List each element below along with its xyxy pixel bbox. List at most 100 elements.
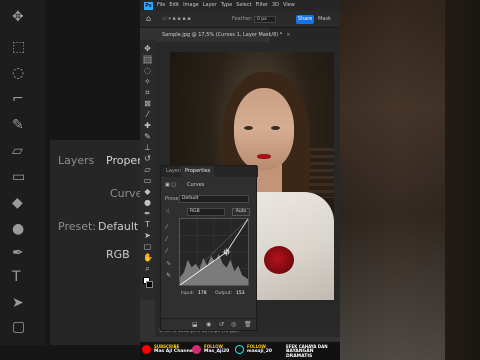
menu-image[interactable]: Image	[183, 0, 199, 11]
curve-point-icon[interactable]: ∿	[166, 260, 171, 267]
bg-brush-icon: ⌐	[12, 91, 24, 107]
delete-icon[interactable]: 🗑	[244, 321, 252, 328]
lasso-tool-icon[interactable]: ◌	[143, 66, 152, 75]
menu-view[interactable]: View	[283, 0, 295, 11]
background-color-swatch[interactable]	[146, 281, 153, 288]
move-tool-icon[interactable]: ✥	[143, 44, 152, 53]
white-point-eyedropper-icon[interactable]: ⁄	[166, 248, 167, 255]
bg-dodge-icon: ●	[12, 221, 25, 237]
banner-item-youtube: SUBSCRIBE Mas Aji Channel	[154, 344, 194, 354]
bg-properties-panel: Layers Proper Curve Preset: Default RGB	[50, 140, 143, 345]
menu-edit[interactable]: Edit	[169, 0, 179, 11]
banner-value: Mas Aji Channel	[154, 349, 195, 354]
banner-item-title: EFEK CAHAYA DAN BAYANGAN DRAMATIS	[286, 344, 340, 359]
photo-lips	[257, 154, 271, 159]
input-value[interactable]: 178	[198, 291, 207, 296]
view-previous-icon[interactable]: ◉	[206, 321, 211, 328]
background-right-blur	[325, 0, 480, 360]
close-tab-icon[interactable]: ×	[286, 32, 290, 38]
properties-footer: ⬓ ◉ ↺ ◎ 🗑	[161, 318, 258, 330]
tab-properties[interactable]: Properties	[181, 166, 215, 177]
type-tool-icon[interactable]: T	[143, 220, 152, 229]
bg-drop-icon: ◆	[12, 195, 23, 211]
bg-toolbar: ✥ ⬚ ◌ ⌐ ✎ ▱ ▭ ◆ ● ✒ T ➤ ▢	[0, 0, 46, 345]
curves-header: Curves	[187, 182, 205, 188]
reset-icon[interactable]: ↺	[219, 321, 224, 328]
history-brush-tool-icon[interactable]: ↺	[143, 154, 152, 163]
quick-select-tool-icon[interactable]: ✧	[143, 77, 152, 86]
adjustment-icons: ▣ ▢	[165, 182, 177, 188]
menu-layer[interactable]: Layer	[203, 0, 217, 11]
toolbar: ✥ ⬚ ◌ ✧ ⌗ ⊠ ⁄ ✚ ✎ ⊥ ↺ ▱ ▭ ◆ ● ✒ T ➤ ▢ ✋ …	[140, 40, 155, 300]
options-bar: ⌂ ▭ ▾ ▪ ▪ ▪ ▪ Feather: 0 px Share Mask	[140, 11, 340, 28]
gray-point-eyedropper-icon[interactable]: ⁄	[166, 236, 167, 243]
properties-tabs: Layers Properties	[161, 166, 258, 177]
share-button[interactable]: Share	[296, 15, 314, 24]
output-value[interactable]: 153	[236, 291, 245, 296]
black-point-eyedropper-icon[interactable]: ⁄	[166, 224, 167, 231]
photo-rose	[264, 246, 294, 274]
menu-type[interactable]: Type	[221, 0, 232, 11]
menu-3d[interactable]: 3D	[272, 0, 279, 11]
pen-tool-icon[interactable]: ✒	[143, 209, 152, 218]
rectangle-tool-icon[interactable]: ▢	[143, 242, 152, 251]
preset-select[interactable]: Default	[179, 195, 249, 203]
background-left-blur: ✥ ⬚ ◌ ⌐ ✎ ▱ ▭ ◆ ● ✒ T ➤ ▢ Layers Proper …	[0, 0, 143, 360]
feather-label: Feather:	[232, 16, 253, 22]
channel-select[interactable]: RGB	[187, 208, 225, 216]
feather-input[interactable]: 0 px	[254, 16, 276, 23]
banner-item-tiktok: FOLLOW masaji_20	[247, 344, 272, 354]
document-tab[interactable]: Sample.jpg @ 17,5% (Curves 1, Layer Mask…	[158, 28, 291, 42]
eyedropper-tool-icon[interactable]: ⁄	[143, 110, 152, 119]
stamp-tool-icon[interactable]: ⊥	[143, 143, 152, 152]
curves-graph[interactable]	[179, 218, 249, 286]
menu-filter[interactable]: Filter	[256, 0, 268, 11]
menu-bar: Ps File Edit Image Layer Type Select Fil…	[140, 0, 340, 11]
output-label: Output:	[215, 291, 233, 296]
bg-lasso-icon: ◌	[12, 65, 25, 81]
clip-to-layer-icon[interactable]: ⬓	[192, 321, 198, 328]
banner-value: masaji_20	[247, 349, 273, 354]
zoom-tool-icon[interactable]: ⌕	[143, 264, 152, 273]
pencil-icon[interactable]: ✎	[166, 272, 171, 279]
document-tab-bar: Sample.jpg @ 17,5% (Curves 1, Layer Mask…	[158, 28, 340, 42]
menu-select[interactable]: Select	[236, 0, 251, 11]
eraser-tool-icon[interactable]: ▱	[143, 165, 152, 174]
healing-tool-icon[interactable]: ✚	[143, 121, 152, 130]
photo-right-eye	[271, 126, 280, 130]
document-tab-title: Sample.jpg @ 17,5% (Curves 1, Layer Mask…	[162, 32, 283, 38]
hand-tool-icon[interactable]: ✋	[143, 253, 153, 262]
bg-properties-label: Proper	[106, 154, 142, 167]
bg-eraser-icon: ▱	[12, 143, 23, 159]
bg-brush2-icon: ✎	[12, 117, 24, 133]
input-label: Input:	[181, 291, 195, 296]
banner-item-instagram: FOLLOW Mas_Aji20	[204, 344, 229, 354]
target-adjust-icon[interactable]: ☝	[166, 208, 170, 215]
bg-move-icon: ✥	[12, 9, 24, 25]
auto-button[interactable]: Auto	[232, 208, 250, 216]
menu-file[interactable]: File	[157, 0, 165, 11]
bg-preset-value: Default	[98, 220, 139, 233]
crop-tool-icon[interactable]: ⌗	[143, 88, 152, 97]
frame-tool-icon[interactable]: ⊠	[143, 99, 152, 108]
properties-panel: Layers Properties ▣ ▢ Curves Preset: Def…	[160, 165, 258, 331]
youtube-icon	[142, 345, 151, 354]
tiktok-icon	[235, 345, 244, 354]
blur-tool-icon[interactable]: ◆	[143, 187, 152, 196]
bg-path-icon: ➤	[12, 295, 24, 311]
brush-tool-icon[interactable]: ✎	[143, 132, 152, 141]
visibility-icon[interactable]: ◎	[231, 321, 236, 328]
bg-marquee-icon: ⬚	[12, 39, 26, 55]
mask-button[interactable]: Mask	[318, 15, 331, 24]
marquee-options-icon[interactable]: ▭ ▾ ▪ ▪ ▪ ▪	[162, 16, 191, 22]
dodge-tool-icon[interactable]: ●	[143, 198, 152, 207]
social-banner: SUBSCRIBE Mas Aji Channel FOLLOW Mas_Aji20…	[140, 341, 340, 360]
bg-pen-icon: ✒	[12, 245, 24, 261]
bg-type-icon: T	[12, 269, 21, 285]
marquee-tool-icon[interactable]: ⬚	[143, 55, 152, 64]
gradient-tool-icon[interactable]: ▭	[143, 176, 152, 185]
home-icon[interactable]: ⌂	[146, 15, 151, 23]
instagram-icon	[192, 345, 201, 354]
bg-curves-label: Curve	[110, 187, 143, 200]
path-select-tool-icon[interactable]: ➤	[143, 231, 152, 240]
